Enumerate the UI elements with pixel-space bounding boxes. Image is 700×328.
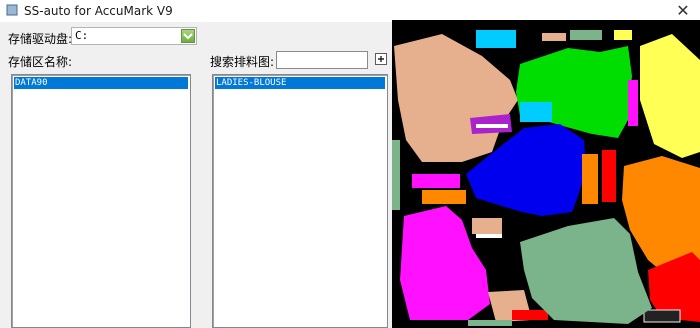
green-strip-top (570, 30, 602, 40)
tan-piece-small (472, 218, 502, 234)
title-bar: SS-auto for AccuMark V9 ✕ (0, 0, 700, 22)
list-item[interactable]: DATA90 (14, 77, 188, 89)
magenta-strip-right (628, 80, 638, 126)
window-title: SS-auto for AccuMark V9 (24, 4, 173, 18)
storage-area-list[interactable]: DATA90 (11, 74, 191, 328)
magenta-strip-mid (412, 174, 460, 188)
tan-strip-top (542, 33, 566, 41)
app-icon (6, 4, 18, 16)
drive-select-value: C: (75, 29, 89, 42)
dark-strip-bottom (643, 309, 681, 323)
cyan-piece-top (476, 30, 516, 48)
white-slit-bottom (476, 234, 502, 238)
search-marker-input[interactable] (276, 51, 368, 69)
marker-preview (392, 20, 700, 328)
orange-piece-small (582, 154, 598, 204)
add-button[interactable] (375, 53, 387, 65)
main-panel: 存储驱动盘: C: 存储区名称: 搜索排料图: DATA90 LADIES-BL… (0, 20, 700, 328)
close-button[interactable]: ✕ (672, 1, 694, 21)
drive-select[interactable]: C: (71, 27, 197, 45)
cyan-piece-mid (520, 102, 552, 122)
plus-icon (378, 56, 384, 62)
search-marker-label: 搜索排料图: (210, 55, 275, 69)
storage-area-label: 存储区名称: (8, 55, 73, 69)
marker-list[interactable]: LADIES-BLOUSE (212, 74, 388, 328)
chevron-down-icon[interactable] (181, 29, 195, 43)
yellow-strip-top (614, 30, 632, 40)
drive-label: 存储驱动盘: (8, 32, 73, 46)
white-slit (476, 124, 508, 128)
red-strip-bottom (512, 310, 548, 320)
green-edge-left (392, 140, 400, 210)
green-strip-bottom (468, 320, 512, 326)
red-piece-small (602, 150, 616, 202)
list-item[interactable]: LADIES-BLOUSE (215, 77, 385, 89)
orange-strip-mid (422, 190, 466, 204)
